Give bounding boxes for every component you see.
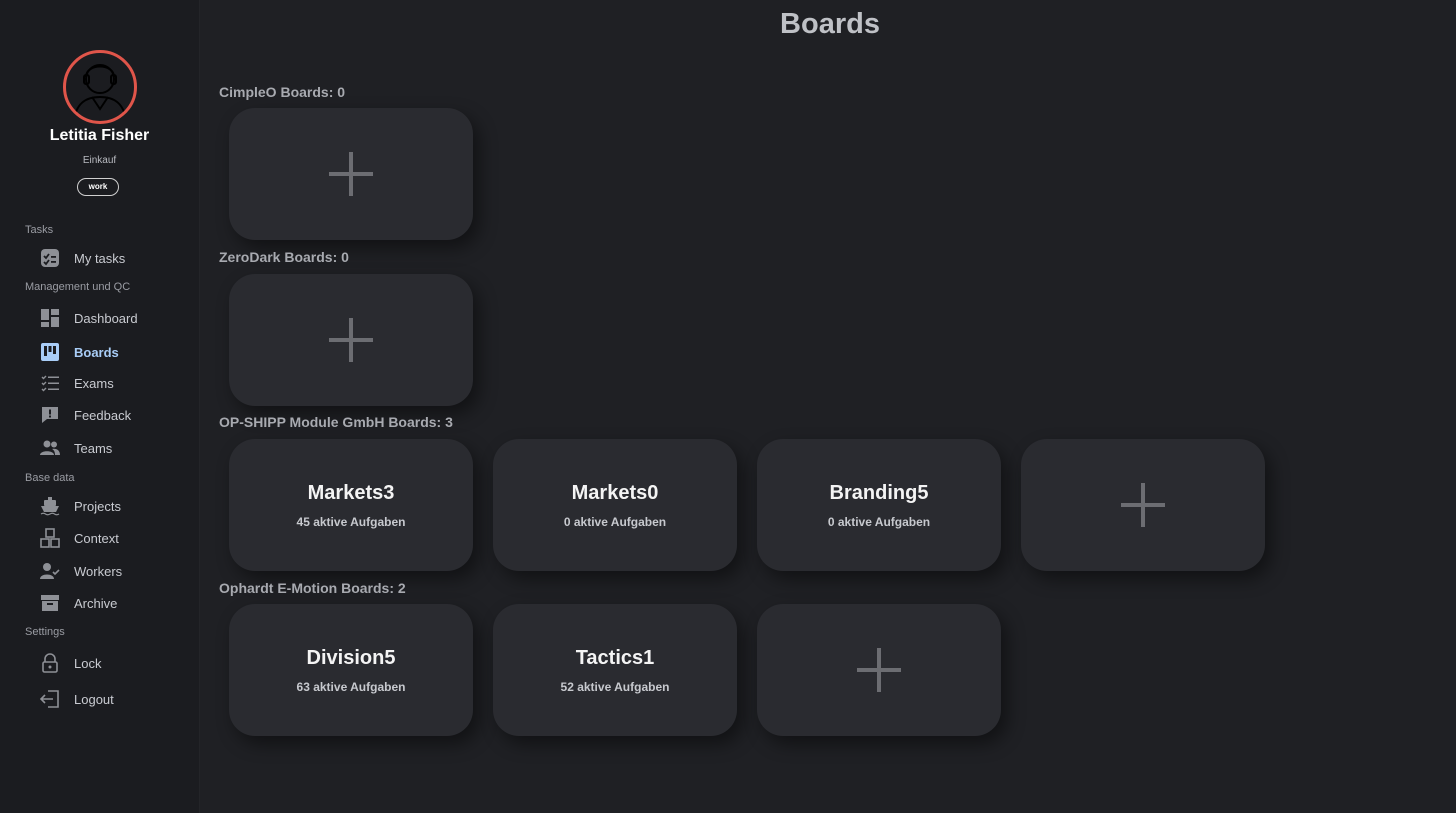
board-name: Markets0 xyxy=(571,481,659,504)
user-check-icon xyxy=(40,561,60,581)
sidebar-item-label: Dashboard xyxy=(74,310,138,326)
user-name: Letitia Fisher xyxy=(49,127,150,144)
plus-icon xyxy=(329,318,373,362)
logout-icon xyxy=(40,689,60,709)
sidebar: Letitia Fisher Einkauf work Tasks My tas… xyxy=(0,0,200,813)
user-silhouette-icon xyxy=(73,64,127,121)
sidebar-item-teams[interactable]: Teams xyxy=(40,436,190,460)
section-label-settings: Settings xyxy=(25,626,65,638)
sidebar-item-projects[interactable]: Projects xyxy=(40,494,190,518)
board-active-tasks: 0 aktive Aufgaben xyxy=(827,514,931,529)
lock-icon xyxy=(40,653,60,673)
people-icon xyxy=(40,438,60,458)
sidebar-item-dashboard[interactable]: Dashboard xyxy=(40,306,190,330)
sidebar-item-archive[interactable]: Archive xyxy=(40,591,190,615)
main-content: Boards CimpleO Boards: 0 ZeroDark Boards… xyxy=(200,0,1456,813)
sidebar-item-label: Archive xyxy=(74,595,118,611)
plus-icon xyxy=(1121,483,1165,527)
plus-icon xyxy=(857,648,901,692)
sidebar-item-lock[interactable]: Lock xyxy=(40,651,190,675)
board-active-tasks: 63 aktive Aufgaben xyxy=(296,679,406,694)
add-board-button[interactable] xyxy=(229,108,473,240)
sidebar-item-my-tasks[interactable]: My tasks xyxy=(40,246,190,270)
dashboard-icon xyxy=(40,308,60,328)
board-card-division5[interactable]: Division5 63 aktive Aufgaben xyxy=(229,604,473,736)
sidebar-item-label: Logout xyxy=(74,691,114,707)
sidebar-item-feedback[interactable]: Feedback xyxy=(40,403,190,427)
sidebar-item-label: Projects xyxy=(74,498,121,514)
board-name: Division5 xyxy=(306,646,396,669)
sidebar-item-logout[interactable]: Logout xyxy=(40,687,190,711)
cubes-icon xyxy=(40,528,60,548)
group-title-op-shipp: OP-SHIPP Module GmbH Boards: 3 xyxy=(219,414,453,430)
board-active-tasks: 0 aktive Aufgaben xyxy=(563,514,667,529)
sidebar-item-exams[interactable]: Exams xyxy=(40,371,190,395)
sidebar-item-label: Exams xyxy=(74,375,114,391)
board-card-branding5[interactable]: Branding5 0 aktive Aufgaben xyxy=(757,439,1001,571)
sidebar-item-label: Teams xyxy=(74,440,113,456)
sidebar-item-label: Workers xyxy=(74,563,123,579)
sidebar-item-context[interactable]: Context xyxy=(40,526,190,550)
sidebar-item-label: Lock xyxy=(74,655,102,671)
user-department: Einkauf xyxy=(82,155,117,166)
board-card-markets3[interactable]: Markets3 45 aktive Aufgaben xyxy=(229,439,473,571)
avatar[interactable] xyxy=(63,50,137,124)
group-title-cimpleo: CimpleO Boards: 0 xyxy=(219,84,346,100)
board-card-markets0[interactable]: Markets0 0 aktive Aufgaben xyxy=(493,439,737,571)
sidebar-item-label: Boards xyxy=(74,344,119,360)
feedback-icon xyxy=(40,405,60,425)
sidebar-item-label: Context xyxy=(74,530,119,546)
board-active-tasks: 45 aktive Aufgaben xyxy=(296,514,406,529)
add-board-button[interactable] xyxy=(229,274,473,406)
tasks-icon xyxy=(40,248,60,268)
plus-icon xyxy=(329,152,373,196)
board-name: Markets3 xyxy=(307,481,395,504)
sidebar-item-boards[interactable]: Boards xyxy=(40,340,190,364)
sidebar-item-workers[interactable]: Workers xyxy=(40,559,190,583)
boards-icon xyxy=(40,342,60,362)
board-active-tasks: 52 aktive Aufgaben xyxy=(560,679,670,694)
sidebar-item-label: My tasks xyxy=(74,250,126,266)
board-card-tactics1[interactable]: Tactics1 52 aktive Aufgaben xyxy=(493,604,737,736)
section-label-tasks: Tasks xyxy=(25,224,54,236)
ship-icon xyxy=(40,496,60,516)
archive-icon xyxy=(40,593,60,613)
section-label-management: Management und QC xyxy=(25,281,131,293)
group-title-ophardt: Ophardt E-Motion Boards: 2 xyxy=(219,580,406,596)
checklist-icon xyxy=(40,373,60,393)
user-tag-badge[interactable]: work xyxy=(77,178,119,196)
section-label-base-data: Base data xyxy=(25,472,75,484)
add-board-button[interactable] xyxy=(1021,439,1265,571)
page-title: Boards xyxy=(780,8,880,40)
board-name: Tactics1 xyxy=(575,646,655,669)
add-board-button[interactable] xyxy=(757,604,1001,736)
board-name: Branding5 xyxy=(829,481,929,504)
sidebar-item-label: Feedback xyxy=(74,407,132,423)
group-title-zerodark: ZeroDark Boards: 0 xyxy=(219,249,349,265)
